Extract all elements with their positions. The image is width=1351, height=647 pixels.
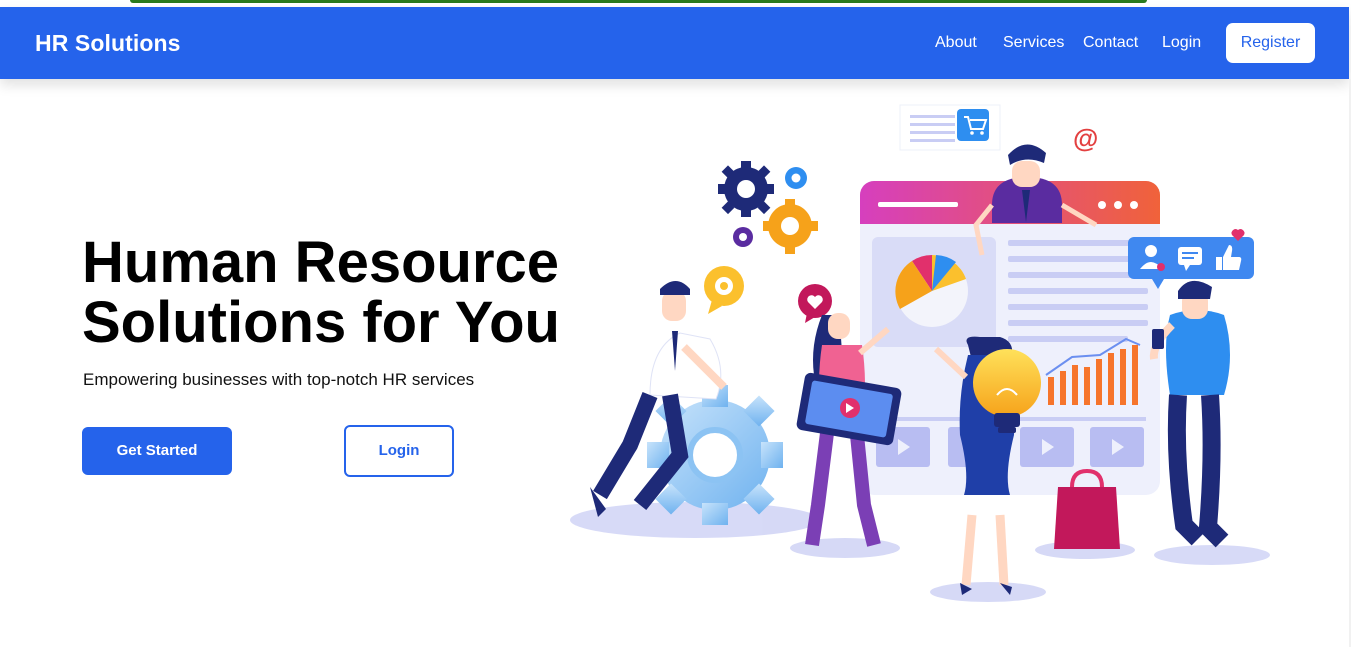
hero-subtitle: Empowering businesses with top-notch HR …: [83, 370, 475, 389]
at-sign-icon: @: [1073, 123, 1098, 153]
hr-team-illustration: @: [570, 104, 1270, 602]
get-started-button[interactable]: Get Started: [82, 427, 232, 475]
gear-cluster-icon: [718, 161, 818, 254]
cart-icon: [957, 109, 989, 141]
hero-login-button[interactable]: Login: [344, 425, 454, 477]
shopping-list-card: [899, 104, 1001, 151]
phone-icon: [1152, 329, 1164, 349]
brand-logo[interactable]: HR Solutions: [35, 7, 181, 79]
nav-link-login[interactable]: Login: [1162, 7, 1201, 79]
nav-link-services[interactable]: Services: [1003, 7, 1064, 79]
man-with-phone-figure: [1149, 280, 1230, 548]
register-button[interactable]: Register: [1226, 23, 1315, 63]
hero-title: Human Resource Solutions for You: [82, 233, 560, 353]
navbar: HR Solutions About Services Contact Logi…: [0, 7, 1349, 79]
settings-bubble-icon: [704, 266, 744, 314]
hero-title-line-1: Human Resource: [82, 230, 560, 295]
hero-title-line-2: Solutions for You: [82, 290, 560, 355]
top-accent-line: [130, 0, 1147, 3]
nav-link-about[interactable]: About: [935, 7, 977, 79]
nav-link-contact[interactable]: Contact: [1083, 7, 1138, 79]
floor-shadows: [570, 502, 1270, 602]
